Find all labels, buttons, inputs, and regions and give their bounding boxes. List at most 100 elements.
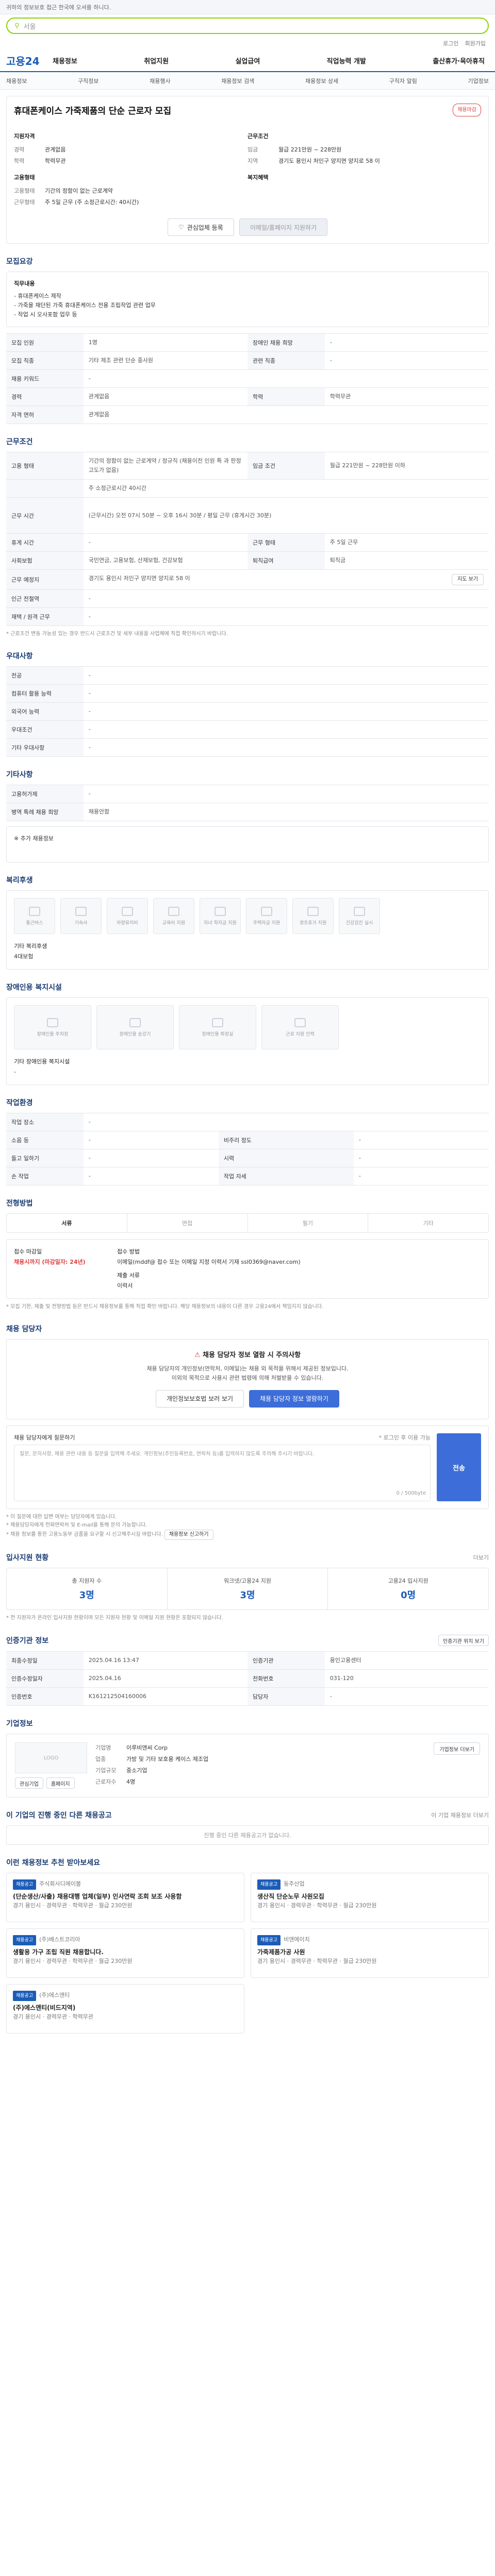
- table-row: 주 소정근로시간 40시간: [6, 479, 489, 498]
- cell: 휴게 시간: [6, 533, 84, 552]
- gnb-item-support[interactable]: 취업지원: [144, 56, 169, 65]
- homepage-button[interactable]: 홈페이지: [46, 1777, 75, 1789]
- privacy-law-button[interactable]: 개인정보보호법 보러 보기: [156, 1390, 244, 1408]
- agency-location-button[interactable]: 인증기관 위치 보기: [438, 1635, 489, 1646]
- table-row: 모집 직종 기타 제조 관련 단순 종사원 관련 직종 -: [6, 351, 489, 370]
- tab-written[interactable]: 필기: [248, 1214, 369, 1232]
- reco-card[interactable]: 채용공고 주식회사디에이블 (단순생산/사출) 채용대행 업체(일부) 인사연락 조…: [6, 1873, 244, 1922]
- applicants-more-link[interactable]: 더보기: [473, 1553, 489, 1562]
- cell: -: [83, 1149, 219, 1167]
- welfare-item: 경조휴가 지원: [292, 898, 334, 934]
- duty-line: - 작업 시 오사포함 업무 등: [14, 311, 77, 318]
- table-row: 사회보험 국민연금, 고용보험, 산재보험, 건강보험 퇴직급여 퇴직금: [6, 551, 489, 570]
- welfare-box: 통근버스 기숙사 차량유지비 교육비 지원 자녀 학자금 지원 주택자금 지원 …: [6, 890, 489, 970]
- apply-button[interactable]: 이메일/홈페이지 지원하기: [239, 218, 328, 236]
- cell: 근무 예정지: [6, 569, 84, 590]
- applicants-note: * 전 지원자가 온라인 입사지원 현황이며 모든 지원자 현황 및 이메일 지…: [6, 1615, 223, 1621]
- card-title: (단순생산/사출) 채용대행 업체(일부) 인사연락 조회 보조 사용함: [13, 1893, 182, 1900]
- cell: 기간의 정함이 없는 근로계약 / 정규직 (채용이전 인원 특 과 판정 고도…: [83, 452, 248, 480]
- welfare-item: 기숙사: [60, 898, 102, 934]
- extra-info-label: ※ 추가 채용정보: [14, 835, 54, 842]
- method-value: 이메일(mddf@ 접수 또는 이메일 지정 이력서 기재 ssl0369@na…: [117, 1259, 301, 1265]
- section-title: 우대사항: [6, 652, 33, 660]
- cell: 2025.04.16: [83, 1669, 248, 1688]
- login-link[interactable]: 로그인: [443, 39, 458, 47]
- tab-etc[interactable]: 기타: [368, 1214, 488, 1232]
- lnb-item[interactable]: 채용행사: [150, 77, 170, 85]
- value: 경기도 용인시 처인구 양지면 양지로 58 이: [278, 158, 380, 164]
- lnb-item[interactable]: 채용정보 상세: [305, 77, 338, 85]
- lnb-item[interactable]: 구직자 알림: [389, 77, 417, 85]
- note-line: * 이 질문에 대한 답변 여부는 담당자에게 있습니다.: [6, 1514, 117, 1520]
- lnb-item[interactable]: 기업정보: [468, 77, 488, 85]
- card-meta: 경기 용인시 · 경력무관 · 학력무관 · 월급 230만원: [13, 1902, 133, 1909]
- tab-interview[interactable]: 면접: [127, 1214, 248, 1232]
- label: 기업규모: [95, 1767, 117, 1774]
- map-button[interactable]: 지도 보기: [452, 574, 484, 585]
- cell: 인증수정일자: [6, 1669, 84, 1688]
- cell: 학력: [248, 387, 325, 406]
- table-row: 인증수정일자 2025.04.16 전화번호 031-120: [6, 1669, 489, 1688]
- cell: -: [353, 1131, 489, 1149]
- cell: 소음 등: [6, 1131, 84, 1149]
- lnb-item[interactable]: 채용정보 검색: [221, 77, 254, 85]
- company-more-button[interactable]: 기업정보 더보기: [434, 1742, 480, 1755]
- interest-company-button[interactable]: 관심기업: [15, 1777, 43, 1789]
- value: 관계없음: [45, 146, 66, 153]
- cell: -: [83, 720, 489, 739]
- duty-title: 직무내용: [14, 280, 35, 287]
- welfare-item: 주택자금 지원: [246, 898, 287, 934]
- lnb-item[interactable]: 구직정보: [78, 77, 98, 85]
- elevator-icon: [129, 1018, 141, 1027]
- welfare-label: 주택자금 지원: [253, 920, 280, 926]
- question-hint: * 로그인 후 이용 가능: [378, 1434, 431, 1441]
- section-title: 근무조건: [6, 438, 33, 446]
- reco-card[interactable]: 채용공고 비앤에이치 가죽제품가공 사원 경기 용인시 · 경력무관 · 학력무관 ·…: [251, 1928, 489, 1978]
- signup-link[interactable]: 회원가입: [465, 39, 486, 47]
- others-more-link[interactable]: 이 기업 채용정보 더보기: [431, 1811, 489, 1819]
- welfare-item: 통근버스: [14, 898, 55, 934]
- table-row: 경력 관계없음 학력 학력무관: [6, 387, 489, 406]
- question-textarea[interactable]: 질문, 문의사항, 채용 관련 내용 등 질문을 입력해 주세요. 개인정보(주…: [14, 1445, 431, 1501]
- cell: 주 소정근로시간 40시간: [83, 479, 489, 498]
- gnb-item-maternity[interactable]: 출산휴가·육아휴직: [433, 56, 485, 65]
- send-button[interactable]: 전송: [437, 1433, 481, 1501]
- favorite-button[interactable]: ♡ 관심업체 등록: [167, 218, 234, 236]
- gnb-item-training[interactable]: 직업능력 개발: [327, 56, 366, 65]
- search-input[interactable]: ⚲ 서울: [6, 18, 489, 34]
- company-logo: LOGO: [15, 1742, 87, 1773]
- disability-item: 장애인용 화장실: [179, 1005, 256, 1049]
- cell: 관련 직종: [248, 351, 325, 370]
- table-row: 고용 형태 기간의 정함이 없는 근로계약 / 정규직 (채용이전 인원 특 과 …: [6, 452, 489, 480]
- lnb-item[interactable]: 채용정보: [6, 77, 27, 85]
- card-title: (주)에스앤티(비드지역): [13, 2004, 76, 2011]
- site-logo[interactable]: 고용24: [6, 53, 53, 68]
- report-button[interactable]: 채용정보 신고하기: [164, 1530, 213, 1540]
- card-meta: 경기 용인시 · 경력무관 · 학력무관: [13, 2013, 94, 2020]
- duty-line: - 가죽을 재단된 가죽 휴대폰케이스 전용 조립작업 관련 업무: [14, 302, 156, 309]
- card-title: 가죽제품가공 사원: [257, 1948, 305, 1956]
- cell: 임금 조건: [248, 452, 325, 480]
- manager-notes: * 이 질문에 대한 답변 여부는 담당자에게 있습니다. * 채용담당자에게 …: [6, 1513, 489, 1540]
- gnb-item-unemployment[interactable]: 실업급여: [235, 56, 260, 65]
- gnb-item-recruit[interactable]: 채용정보: [53, 56, 77, 65]
- tab-document[interactable]: 서류: [7, 1214, 127, 1232]
- view-manager-button[interactable]: 채용 담당자 정보 열람하기: [249, 1390, 339, 1408]
- cell: 외국어 능력: [6, 702, 84, 721]
- label: 임금: [248, 146, 258, 153]
- cell: 기타 제조 관련 단순 종사원: [83, 351, 248, 370]
- job-header-card: 휴대폰케이스 가죽제품의 단순 근로자 모집 채용마감 지원자격 경력 관계없음 학…: [6, 96, 489, 244]
- reco-card[interactable]: 채용공고 (주)에스앤티 (주)에스앤티(비드지역) 경기 용인시 · 경력무관 · …: [6, 1984, 244, 2033]
- cell: 인근 전철역: [6, 589, 84, 608]
- reco-card[interactable]: 채용공고 (주)베스트코리아 생활용 가구 조립 직원 채용합니다. 경기 용인시 ·…: [6, 1928, 244, 1978]
- stat-value: 0명: [401, 1590, 416, 1601]
- card-meta: 경기 용인시 · 경력무관 · 학력무관 · 월급 230만원: [257, 1958, 377, 1964]
- cell: -: [83, 684, 489, 703]
- question-placeholder: 질문, 문의사항, 채용 관련 내용 등 질문을 입력해 주세요. 개인정보(주…: [20, 1451, 315, 1457]
- cell: -: [83, 702, 489, 721]
- cell: 고용 형태: [6, 452, 84, 480]
- cell: 전화번호: [248, 1669, 325, 1688]
- reco-card[interactable]: 채용공고 동주산업 생산직 단순노무 사원모집 경기 용인시 · 경력무관 · 학력무…: [251, 1873, 489, 1922]
- favorite-label: 관심업체 등록: [187, 224, 223, 231]
- gift-icon: [307, 906, 319, 916]
